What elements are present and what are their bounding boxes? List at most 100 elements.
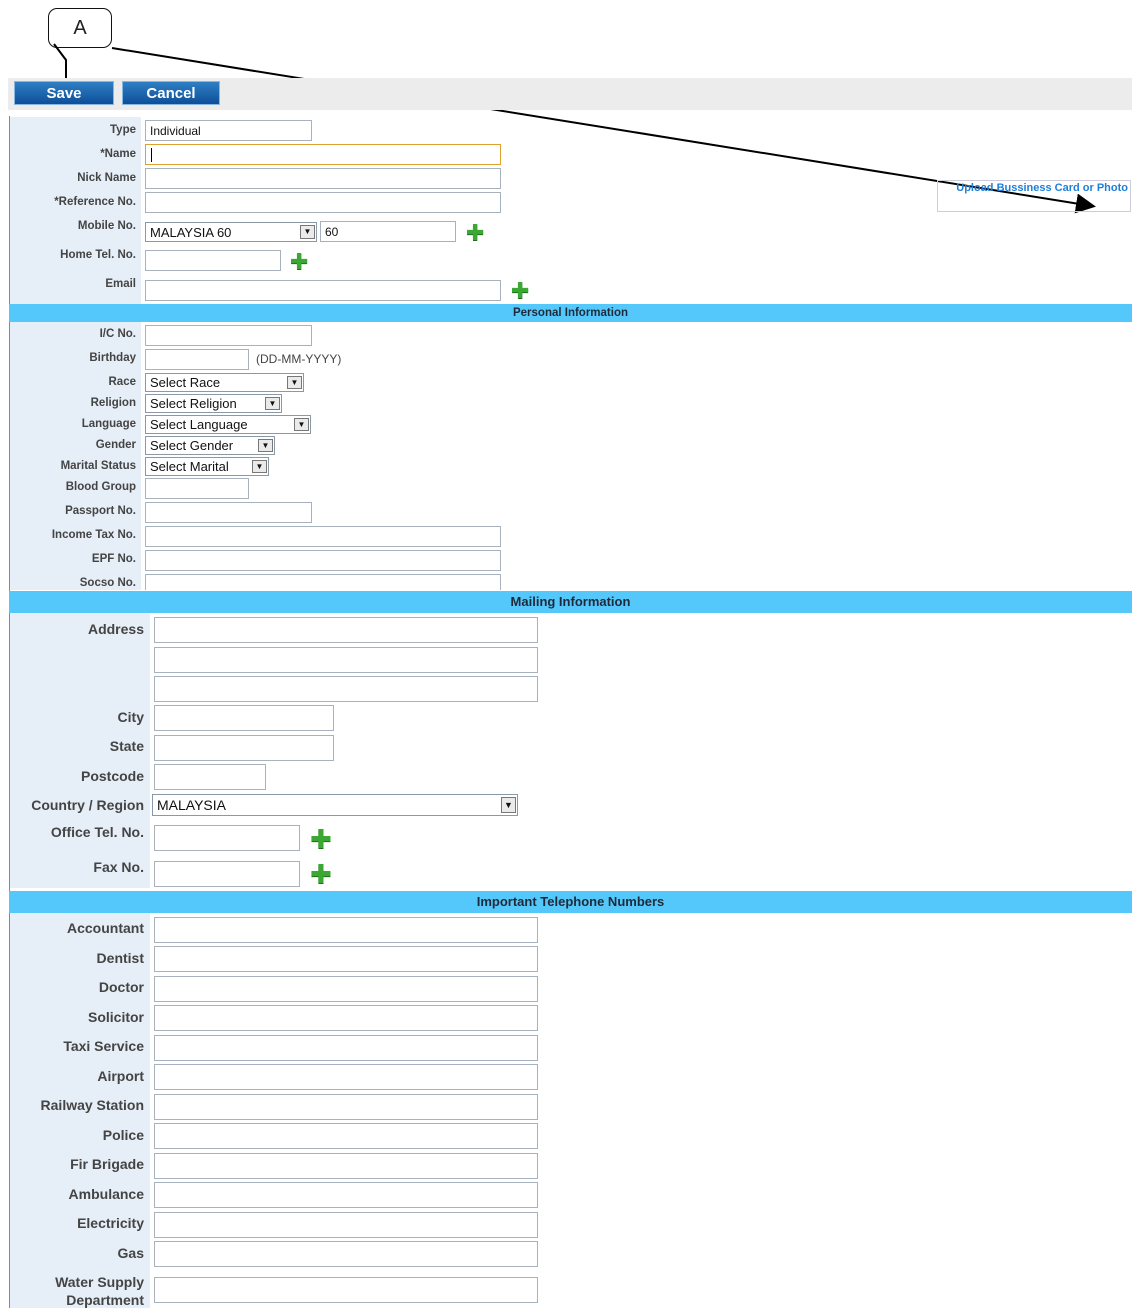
gas-label: Gas: [117, 1245, 144, 1261]
reference-no-label: *Reference No.: [54, 196, 136, 208]
city-input[interactable]: [154, 705, 334, 731]
income-tax-no-input[interactable]: [145, 526, 501, 547]
police-input[interactable]: [154, 1123, 538, 1149]
cancel-button[interactable]: Cancel: [122, 81, 220, 105]
home-tel-input[interactable]: [145, 250, 281, 271]
language-label: Language: [81, 418, 136, 430]
race-select[interactable]: Select Race ▼: [145, 373, 304, 392]
state-input[interactable]: [154, 735, 334, 761]
airport-input[interactable]: [154, 1064, 538, 1090]
postcode-input[interactable]: [154, 764, 266, 790]
address-line-2-input[interactable]: [154, 647, 538, 673]
add-home-tel-plus-icon[interactable]: ✚: [290, 251, 308, 273]
upload-card-link[interactable]: Upload Bussiness Card or Photo: [937, 180, 1131, 212]
epf-no-label: EPF No.: [91, 553, 136, 565]
dentist-label: Dentist: [96, 950, 144, 966]
address-label: Address: [87, 621, 144, 637]
socso-no-input[interactable]: [145, 574, 501, 590]
add-email-plus-icon[interactable]: ✚: [511, 280, 529, 302]
marital-status-select[interactable]: Select Marital ▼: [145, 457, 269, 476]
email-label: Email: [105, 278, 136, 290]
marital-value: Select Marital: [150, 459, 229, 474]
gender-value: Select Gender: [150, 438, 234, 453]
address-line-3-input[interactable]: [154, 676, 538, 702]
add-office-tel-plus-icon[interactable]: ✚: [310, 826, 332, 852]
mobile-country-select[interactable]: MALAYSIA 60 ▼: [145, 222, 317, 242]
birthday-input[interactable]: [145, 349, 249, 370]
airport-label: Airport: [97, 1068, 144, 1084]
address-line-1-input[interactable]: [154, 617, 538, 643]
reference-no-input[interactable]: [145, 192, 501, 213]
name-label: *Name: [100, 148, 136, 160]
email-input[interactable]: [145, 280, 501, 301]
office-tel-input[interactable]: [154, 825, 300, 851]
accountant-input[interactable]: [154, 917, 538, 943]
state-label: State: [109, 738, 144, 754]
fire-brigade-input[interactable]: [154, 1153, 538, 1179]
electricity-label: Electricity: [77, 1215, 144, 1231]
blood-group-label: Blood Group: [65, 481, 136, 493]
gender-select[interactable]: Select Gender ▼: [145, 436, 275, 455]
dropdown-arrow-icon[interactable]: ▼: [501, 797, 516, 813]
mobile-code-value: 60: [325, 225, 339, 239]
dentist-input[interactable]: [154, 946, 538, 972]
gas-input[interactable]: [154, 1241, 538, 1267]
dropdown-arrow-icon[interactable]: ▼: [258, 439, 273, 452]
personal-info-header: Personal Information: [9, 304, 1132, 322]
type-label: Type: [110, 124, 136, 136]
country-region-select[interactable]: MALAYSIA ▼: [152, 794, 518, 816]
name-input[interactable]: [145, 144, 501, 165]
taxi-service-label: Taxi Service: [63, 1038, 144, 1054]
fire-brigade-label: Fir Brigade: [70, 1156, 144, 1172]
dropdown-arrow-icon[interactable]: ▼: [287, 376, 302, 389]
dropdown-arrow-icon[interactable]: ▼: [265, 397, 280, 410]
fax-no-label: Fax No.: [93, 859, 144, 875]
nick-name-label: Nick Name: [77, 172, 136, 184]
epf-no-input[interactable]: [145, 550, 501, 571]
important-numbers-header: Important Telephone Numbers: [9, 891, 1132, 913]
type-value: Individual: [150, 124, 201, 138]
dropdown-arrow-icon[interactable]: ▼: [252, 460, 267, 473]
religion-value: Select Religion: [150, 396, 237, 411]
religion-label: Religion: [90, 397, 136, 409]
ambulance-label: Ambulance: [68, 1186, 144, 1202]
home-tel-label: Home Tel. No.: [60, 249, 136, 261]
taxi-service-input[interactable]: [154, 1035, 538, 1061]
ic-no-input[interactable]: [145, 325, 312, 346]
solicitor-input[interactable]: [154, 1005, 538, 1031]
mobile-country-value: MALAYSIA 60: [150, 225, 232, 240]
railway-station-input[interactable]: [154, 1094, 538, 1120]
accountant-label: Accountant: [67, 920, 144, 936]
marital-status-label: Marital Status: [60, 460, 136, 472]
fax-no-input[interactable]: [154, 861, 300, 887]
text-caret: [151, 148, 152, 162]
religion-select[interactable]: Select Religion ▼: [145, 394, 282, 413]
doctor-input[interactable]: [154, 976, 538, 1002]
race-label: Race: [108, 376, 137, 388]
blood-group-input[interactable]: [145, 478, 249, 499]
passport-no-input[interactable]: [145, 502, 312, 523]
mobile-number-input[interactable]: 60: [320, 221, 456, 242]
birthday-label: Birthday: [89, 352, 136, 364]
add-fax-plus-icon[interactable]: ✚: [310, 861, 332, 887]
race-value: Select Race: [150, 375, 221, 390]
office-tel-label: Office Tel. No.: [50, 824, 144, 840]
postcode-label: Postcode: [80, 768, 144, 784]
water-supply-label-line1: Water Supply: [55, 1274, 144, 1290]
language-select[interactable]: Select Language ▼: [145, 415, 311, 434]
solicitor-label: Solicitor: [87, 1009, 144, 1025]
water-supply-label-line2: Department: [66, 1292, 144, 1308]
electricity-input[interactable]: [154, 1212, 538, 1238]
ambulance-input[interactable]: [154, 1182, 538, 1208]
water-supply-input[interactable]: [154, 1277, 538, 1303]
dropdown-arrow-icon[interactable]: ▼: [294, 418, 309, 431]
mailing-info-header: Mailing Information: [9, 591, 1132, 613]
save-button[interactable]: Save: [14, 81, 114, 105]
nick-name-input[interactable]: [145, 168, 501, 189]
type-field[interactable]: Individual: [145, 120, 312, 141]
income-tax-no-label: Income Tax No.: [51, 529, 136, 541]
police-label: Police: [102, 1127, 144, 1143]
dropdown-arrow-icon[interactable]: ▼: [300, 225, 315, 239]
add-mobile-plus-icon[interactable]: ✚: [466, 222, 484, 244]
city-label: City: [117, 709, 144, 725]
